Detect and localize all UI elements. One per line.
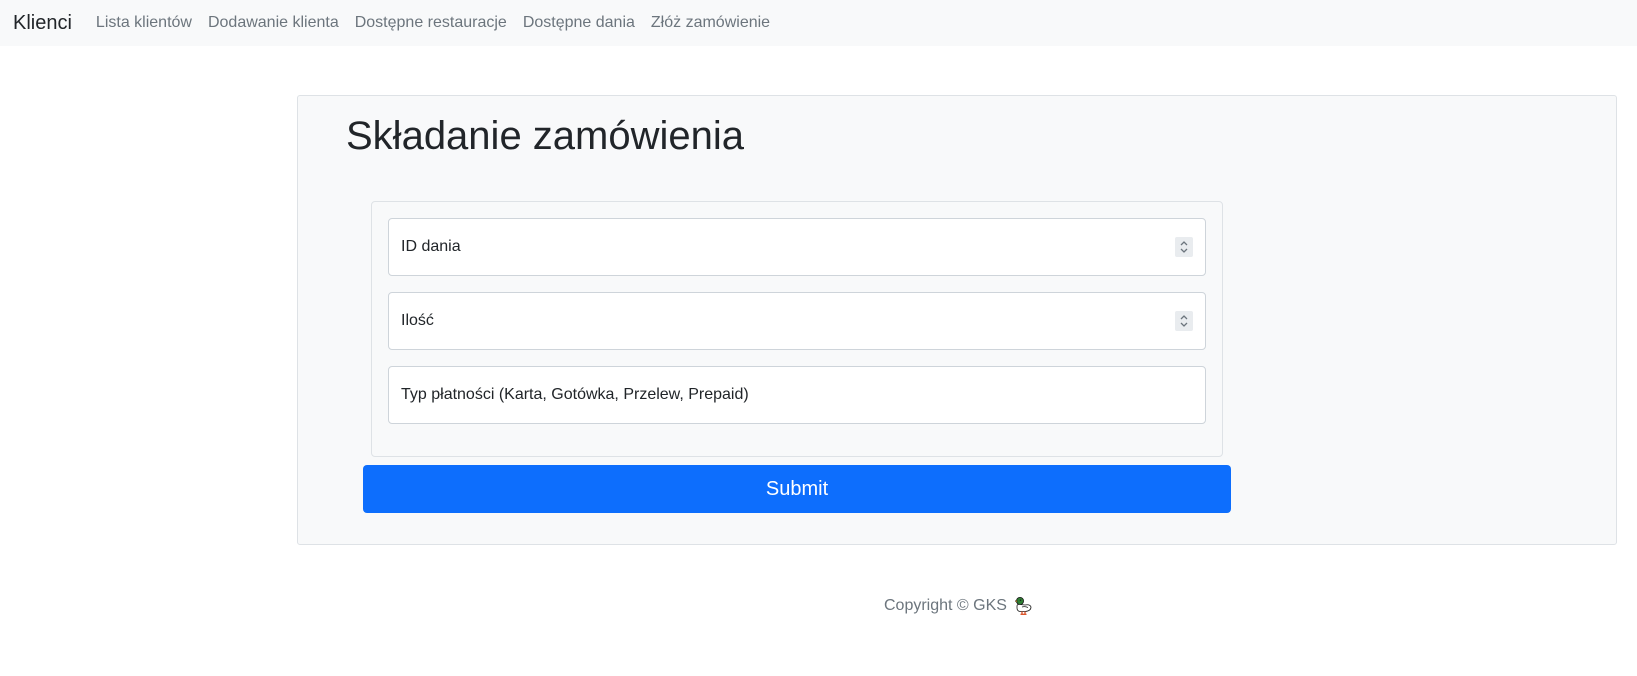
quantity-input[interactable]: Ilość xyxy=(388,292,1206,350)
nav-link-dostepne-restauracje[interactable]: Dostępne restauracje xyxy=(355,14,507,32)
navbar: Klienci Lista klientów Dodawanie klienta… xyxy=(0,0,1637,46)
up-down-chevron-icon[interactable] xyxy=(1175,311,1193,331)
duck-icon xyxy=(1013,596,1033,616)
copyright-text: Copyright © GKS xyxy=(884,597,1007,614)
quantity-placeholder: Ilość xyxy=(401,312,434,329)
order-card: Składanie zamówienia ID dania Ilość Typ … xyxy=(297,95,1617,545)
nav-link-dostepne-dania[interactable]: Dostępne dania xyxy=(523,14,635,32)
payment-type-input[interactable]: Typ płatności (Karta, Gotówka, Przelew, … xyxy=(388,366,1206,424)
order-form: ID dania Ilość Typ płatności (Karta, Got… xyxy=(371,201,1223,457)
nav-link-zloz-zamowienie[interactable]: Złóż zamówienie xyxy=(651,14,770,32)
up-down-chevron-icon[interactable] xyxy=(1175,237,1193,257)
nav-link-lista-klientow[interactable]: Lista klientów xyxy=(96,14,192,32)
submit-button[interactable]: Submit xyxy=(363,465,1231,513)
footer: Copyright © GKS xyxy=(884,596,1033,616)
dish-id-input[interactable]: ID dania xyxy=(388,218,1206,276)
nav-link-dodawanie-klienta[interactable]: Dodawanie klienta xyxy=(208,14,339,32)
navbar-brand[interactable]: Klienci xyxy=(13,12,72,35)
dish-id-placeholder: ID dania xyxy=(401,238,461,255)
page-title: Składanie zamówienia xyxy=(346,114,745,158)
payment-type-placeholder: Typ płatności (Karta, Gotówka, Przelew, … xyxy=(401,386,749,403)
